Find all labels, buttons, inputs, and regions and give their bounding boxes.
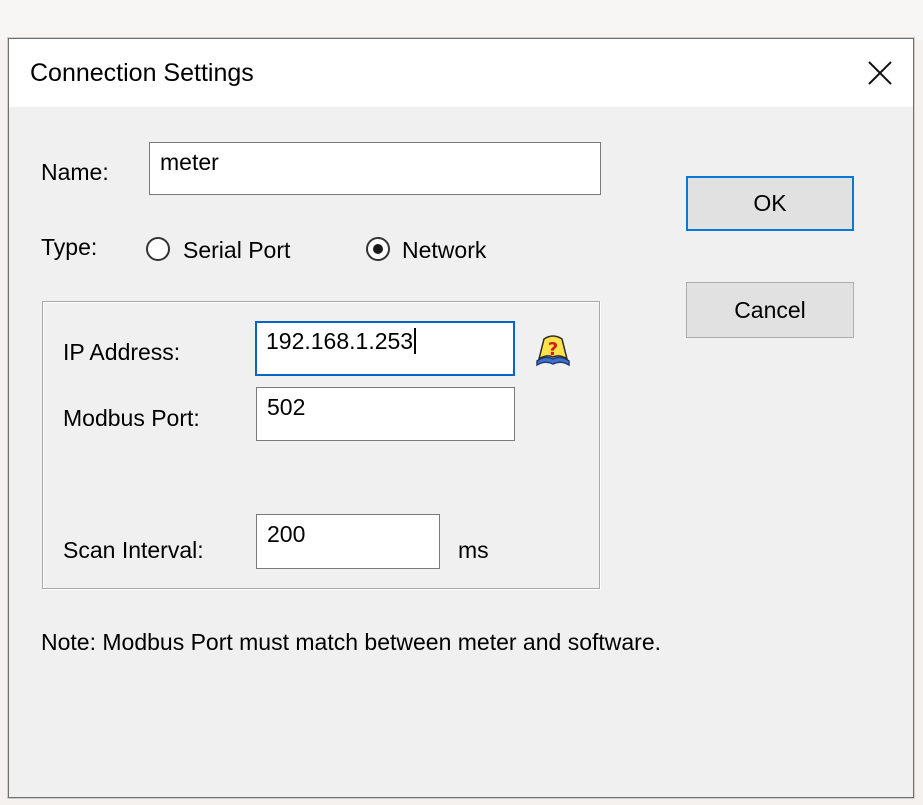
cancel-button[interactable]: Cancel: [686, 282, 854, 338]
scan-interval-input[interactable]: 200: [256, 514, 440, 569]
network-label[interactable]: Network: [402, 237, 486, 264]
background: [0, 0, 923, 40]
ip-address-label: IP Address:: [63, 339, 181, 365]
scan-interval-label: Scan Interval:: [63, 537, 204, 563]
type-label: Type:: [41, 234, 98, 260]
dialog-title: Connection Settings: [30, 59, 254, 87]
ip-address-input[interactable]: 192.168.1.253: [255, 321, 515, 376]
close-button[interactable]: [847, 39, 913, 107]
serial-port-label[interactable]: Serial Port: [183, 237, 290, 264]
help-book-icon[interactable]: ?: [533, 329, 573, 369]
radio-selected-dot: [373, 244, 383, 254]
ok-button-label: OK: [753, 190, 787, 216]
modbus-port-input[interactable]: 502: [256, 387, 515, 441]
scan-interval-unit: ms: [458, 537, 489, 563]
radio-serial-port[interactable]: [146, 237, 170, 261]
ok-button[interactable]: OK: [686, 176, 854, 231]
connection-settings-dialog: Connection Settings Name: meter Type: Se…: [8, 38, 914, 798]
radio-network[interactable]: [366, 237, 390, 261]
svg-text:?: ?: [548, 339, 558, 360]
text-caret: [414, 328, 417, 354]
cancel-button-label: Cancel: [734, 296, 806, 323]
name-input[interactable]: meter: [149, 142, 601, 195]
ip-address-value: 192.168.1.253: [266, 328, 414, 354]
title-bar: Connection Settings: [9, 39, 913, 107]
close-icon: [868, 61, 892, 85]
modbus-port-label: Modbus Port:: [63, 405, 200, 431]
note-text: Note: Modbus Port must match between met…: [41, 629, 662, 655]
name-label: Name:: [41, 159, 109, 185]
